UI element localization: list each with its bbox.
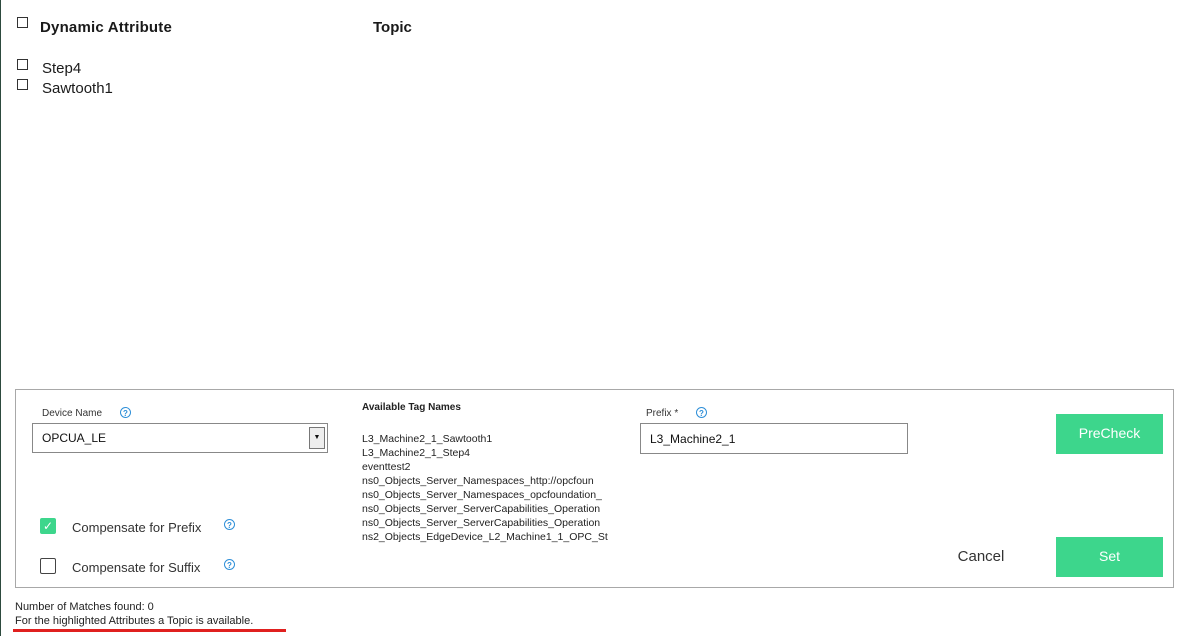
- list-item[interactable]: Sawtooth1: [15, 78, 615, 98]
- list-item[interactable]: ns2_Objects_EdgeDevice_L2_Machine1_1_OPC…: [362, 530, 620, 544]
- question-circle-icon[interactable]: ?: [696, 407, 707, 418]
- checkmark-icon: ✓: [42, 519, 54, 533]
- precheck-button[interactable]: PreCheck: [1056, 414, 1163, 454]
- attribute-list: Step4 Sawtooth1: [15, 58, 615, 98]
- available-tags-list[interactable]: L3_Machine2_1_Sawtooth1 L3_Machine2_1_St…: [362, 432, 620, 544]
- topic-settings-panel: Device Name ? OPCUA_LE ▼ Available Tag N…: [15, 389, 1174, 588]
- available-tags-label: Available Tag Names: [362, 402, 461, 413]
- question-circle-icon[interactable]: ?: [224, 519, 235, 530]
- device-name-value: OPCUA_LE: [42, 431, 107, 445]
- question-circle-icon[interactable]: ?: [120, 407, 131, 418]
- set-button[interactable]: Set: [1056, 537, 1163, 577]
- list-item[interactable]: ns0_Objects_Server_Namespaces_opcfoundat…: [362, 488, 620, 502]
- prefix-label: Prefix *: [646, 408, 679, 419]
- compensate-prefix-checkbox[interactable]: ✓: [40, 518, 56, 534]
- table-header: Dynamic Attribute Topic: [15, 16, 615, 40]
- device-name-select[interactable]: OPCUA_LE ▼: [32, 423, 328, 453]
- cancel-button[interactable]: Cancel: [944, 548, 1018, 565]
- list-item[interactable]: L3_Machine2_1_Step4: [362, 446, 620, 460]
- row-label: Step4: [42, 60, 82, 77]
- select-all-checkbox[interactable]: [17, 17, 28, 28]
- list-item[interactable]: ns0_Objects_Server_Namespaces_http://opc…: [362, 474, 620, 488]
- list-item[interactable]: eventtest2: [362, 460, 620, 474]
- device-name-label: Device Name: [42, 408, 103, 419]
- list-item[interactable]: ns0_Objects_Server_ServerCapabilities_Op…: [362, 516, 620, 530]
- prefix-input[interactable]: L3_Machine2_1: [640, 423, 908, 454]
- column-header-dynamic-attribute: Dynamic Attribute: [40, 19, 173, 36]
- triangle-down-icon[interactable]: ▼: [309, 427, 325, 449]
- matches-count-text: Number of Matches found: 0: [15, 601, 154, 613]
- compensate-suffix-checkbox[interactable]: [40, 558, 56, 574]
- topic-hint-text: For the highlighted Attributes a Topic i…: [15, 615, 254, 627]
- status-footer: Number of Matches found: 0 For the highl…: [15, 600, 253, 628]
- row-checkbox[interactable]: [17, 59, 28, 70]
- list-item[interactable]: L3_Machine2_1_Sawtooth1: [362, 432, 620, 446]
- question-circle-icon[interactable]: ?: [224, 559, 235, 570]
- row-checkbox[interactable]: [17, 79, 28, 90]
- row-label: Sawtooth1: [42, 80, 113, 97]
- page: Dynamic Attribute Topic Step4 Sawtooth1 …: [0, 0, 1177, 636]
- compensate-prefix-label: Compensate for Prefix: [72, 520, 202, 535]
- hint-underline: [13, 629, 286, 632]
- list-item[interactable]: ns0_Objects_Server_ServerCapabilities_Op…: [362, 502, 620, 516]
- list-item[interactable]: Step4: [15, 58, 615, 78]
- compensate-suffix-label: Compensate for Suffix: [72, 560, 201, 575]
- column-header-topic: Topic: [373, 19, 412, 36]
